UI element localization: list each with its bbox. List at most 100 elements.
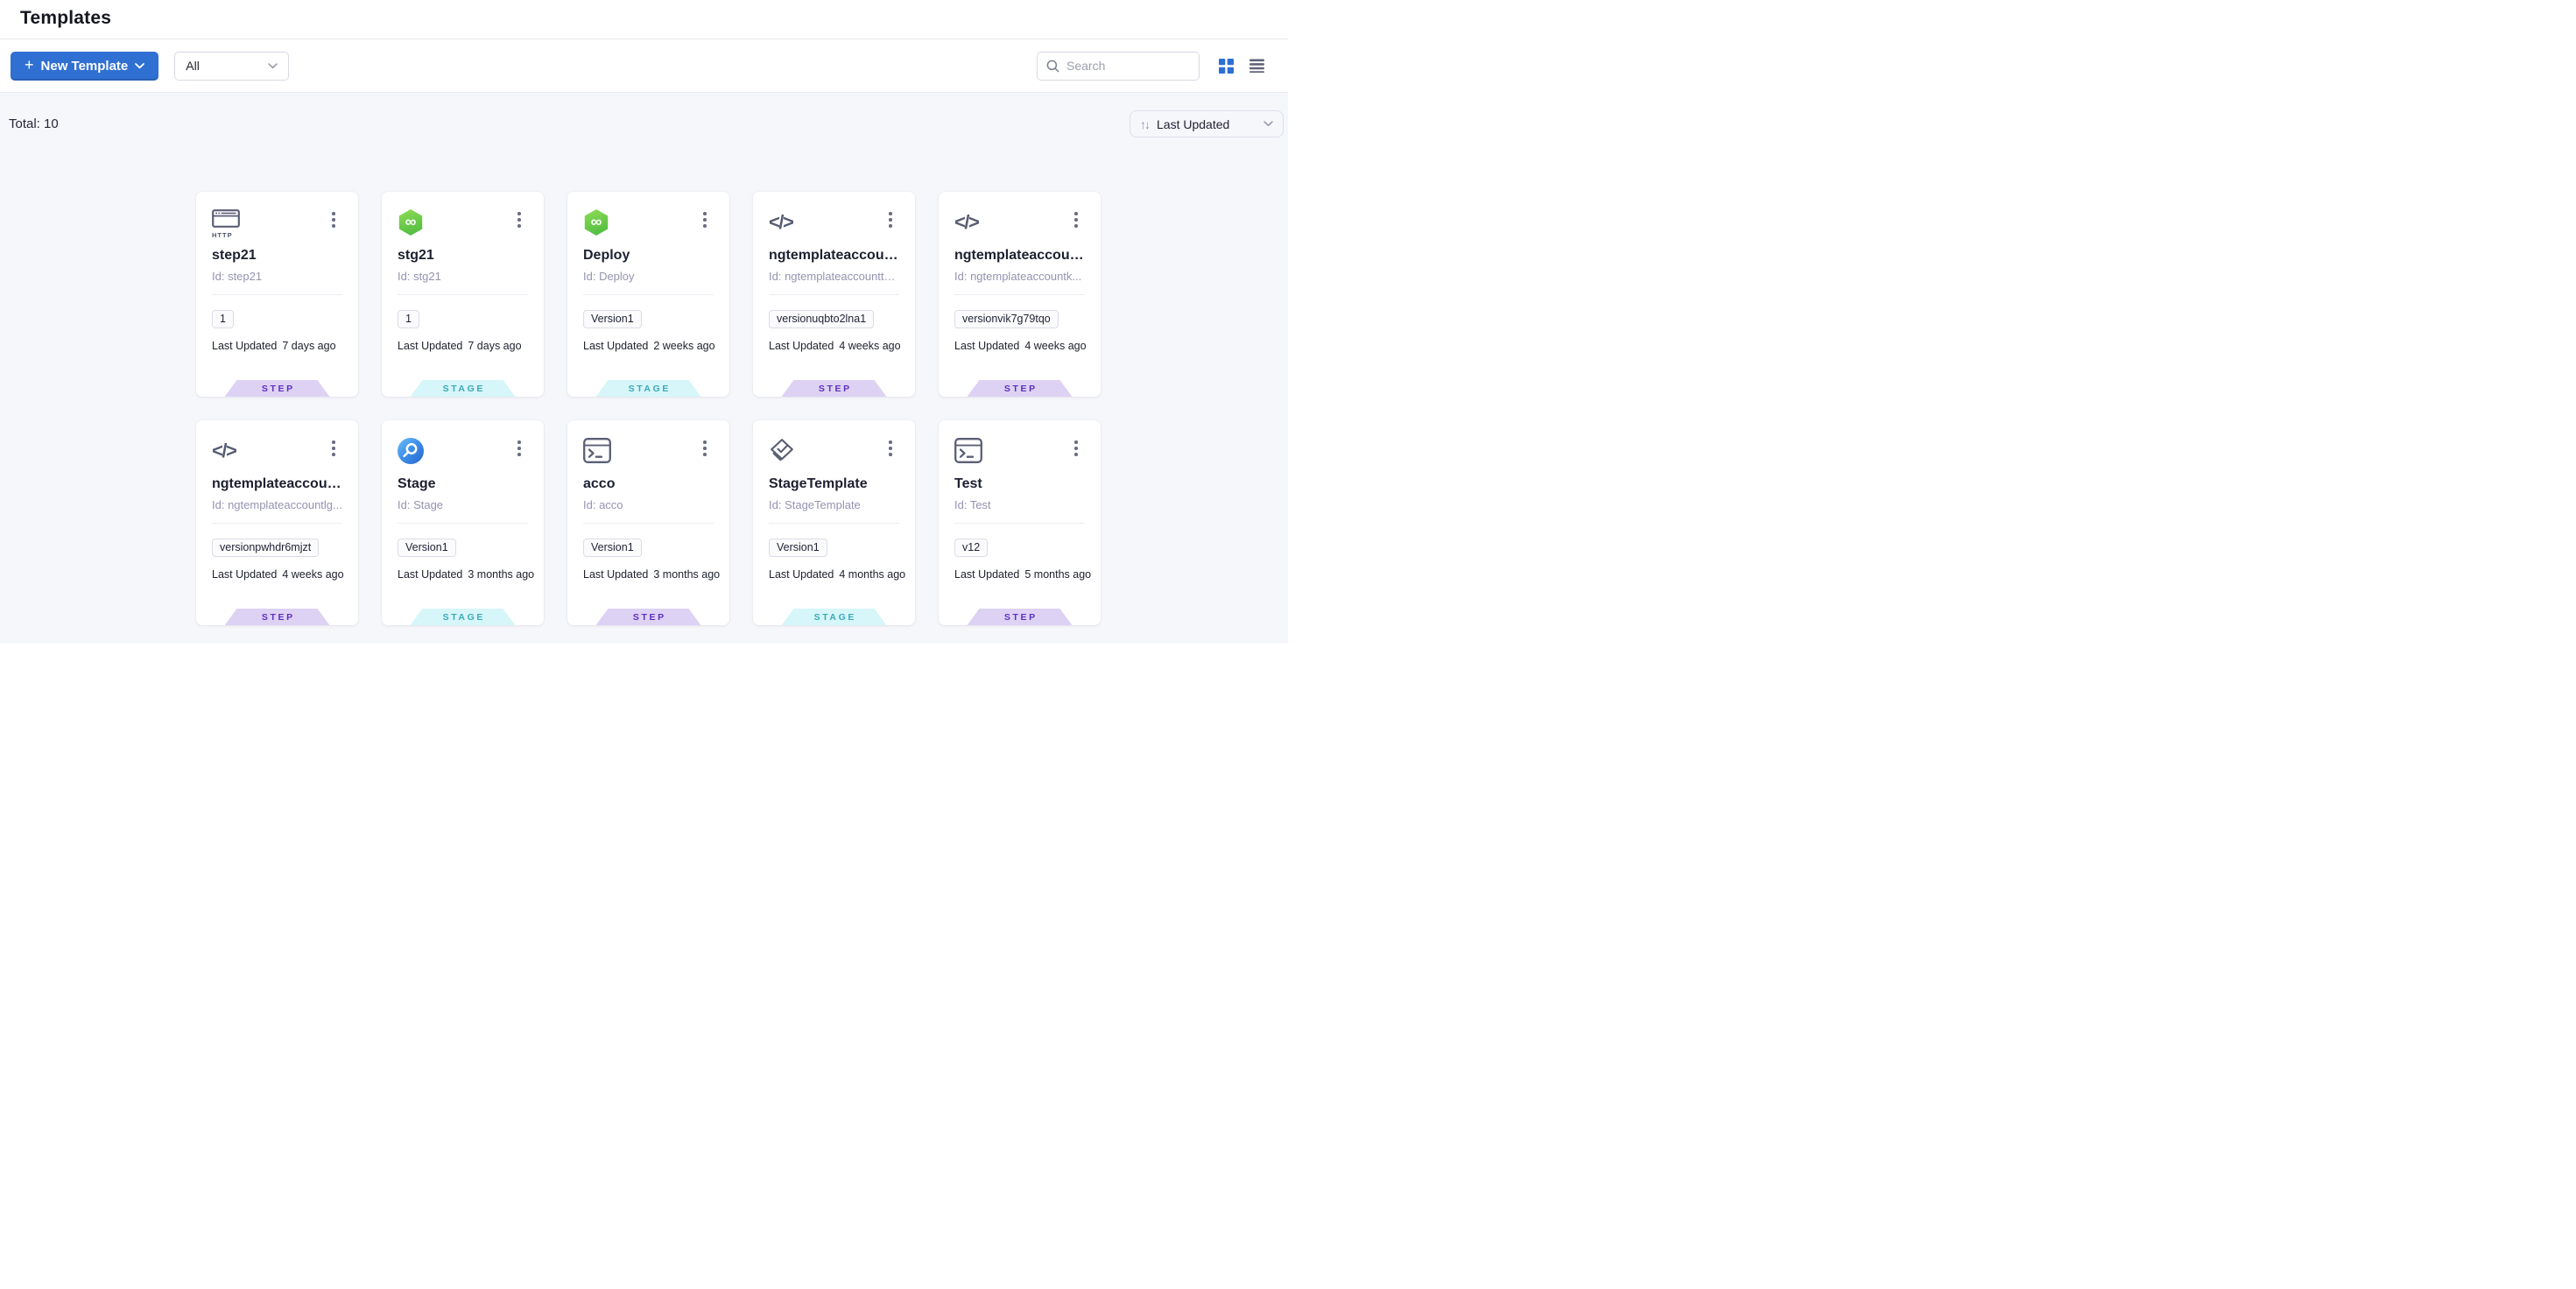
last-updated-row: Last Updated 3 months ago xyxy=(398,568,528,581)
card-title: Stage xyxy=(398,476,528,492)
card-icon-slot: HTTP ∞ </> xyxy=(769,438,795,466)
grid-view-button[interactable] xyxy=(1217,57,1235,75)
version-badge[interactable]: 1 xyxy=(398,310,419,328)
card-id: Id: ngtemplateaccountk... xyxy=(954,270,1085,283)
card-divider xyxy=(212,523,342,524)
template-card[interactable]: HTTP ∞ </> xyxy=(939,192,1101,397)
type-tab: STEP xyxy=(225,609,330,625)
template-card[interactable]: HTTP ∞ </> xyxy=(382,192,544,397)
card-icon-slot: HTTP ∞ </> xyxy=(769,209,792,237)
version-badge[interactable]: Version1 xyxy=(583,539,642,557)
card-divider xyxy=(398,294,528,295)
card-divider xyxy=(583,294,714,295)
card-id: Id: step21 xyxy=(212,270,342,283)
card-id: Id: stg21 xyxy=(398,270,528,283)
card-icon-slot: HTTP ∞ </> xyxy=(212,209,240,237)
search-input[interactable] xyxy=(1066,59,1190,73)
card-title: ngtemplateaccountl... xyxy=(212,476,342,492)
card-title: Deploy xyxy=(583,248,714,264)
template-card[interactable]: HTTP ∞ </> xyxy=(196,192,358,397)
version-badge[interactable]: v12 xyxy=(954,539,988,557)
card-title: acco xyxy=(583,476,714,492)
template-card[interactable]: HTTP ∞ </> xyxy=(753,420,915,625)
card-header: HTTP ∞ </> xyxy=(769,438,899,466)
last-updated-value: 7 days ago xyxy=(468,340,521,352)
card-divider xyxy=(398,523,528,524)
card-header: HTTP ∞ </> xyxy=(954,209,1085,237)
version-badge[interactable]: versionuqbto2lna1 xyxy=(769,310,874,328)
kebab-menu-icon[interactable] xyxy=(1069,209,1083,230)
list-view-button[interactable] xyxy=(1248,57,1266,74)
template-card[interactable]: HTTP ∞ </> xyxy=(196,420,358,625)
version-badge[interactable]: Version1 xyxy=(398,539,456,557)
grid-view-icon xyxy=(1219,59,1234,74)
sort-arrows-icon: ↑↓ xyxy=(1140,117,1149,131)
kebab-menu-icon[interactable] xyxy=(327,209,341,230)
template-card[interactable]: HTTP ∞ </> xyxy=(939,420,1101,625)
type-tab: STEP xyxy=(782,380,887,397)
version-badge[interactable]: Version1 xyxy=(769,539,827,557)
card-title: ngtemplateaccountt... xyxy=(769,248,899,264)
card-title: Test xyxy=(954,476,1085,492)
last-updated-value: 4 weeks ago xyxy=(839,340,900,352)
card-divider xyxy=(212,294,342,295)
type-tab: STAGE xyxy=(411,609,516,625)
card-title: ngtemplateaccountk... xyxy=(954,248,1085,264)
kebab-menu-icon[interactable] xyxy=(883,438,897,459)
content-area: Total: 10 ↑↓ Last Updated xyxy=(0,92,1288,644)
chevron-down-icon xyxy=(268,63,278,69)
template-grid: HTTP ∞ </> xyxy=(196,192,1288,625)
last-updated-label: Last Updated xyxy=(954,568,1019,581)
template-card[interactable]: HTTP ∞ </> xyxy=(382,420,544,625)
card-divider xyxy=(769,294,899,295)
terminal-step-icon xyxy=(583,438,611,468)
view-toggles xyxy=(1217,57,1266,75)
last-updated-row: Last Updated 5 months ago xyxy=(954,568,1085,581)
version-badge[interactable]: Version1 xyxy=(583,310,642,328)
chevron-down-icon xyxy=(135,63,144,69)
new-template-button[interactable]: + New Template xyxy=(11,52,158,81)
custom-stage-icon xyxy=(398,438,424,464)
type-tab: STEP xyxy=(596,609,701,625)
kebab-menu-icon[interactable] xyxy=(698,209,712,230)
card-divider xyxy=(583,523,714,524)
card-icon-slot: HTTP ∞ </> xyxy=(212,438,236,466)
card-divider xyxy=(769,523,899,524)
version-badge[interactable]: versionpwhdr6mjzt xyxy=(212,539,319,557)
card-icon-slot: HTTP ∞ </> xyxy=(398,209,424,237)
type-tab: STEP xyxy=(968,380,1073,397)
card-id: Id: ngtemplateaccountt9... xyxy=(769,270,899,283)
code-template-icon: </> xyxy=(769,209,792,236)
card-title: StageTemplate xyxy=(769,476,899,492)
type-tab: STAGE xyxy=(411,380,516,397)
template-card[interactable]: HTTP ∞ </> xyxy=(567,420,729,625)
kebab-menu-icon[interactable] xyxy=(883,209,897,230)
card-header: HTTP ∞ </> xyxy=(583,438,714,466)
search-box[interactable] xyxy=(1037,52,1200,81)
kebab-menu-icon[interactable] xyxy=(1069,438,1083,459)
deployment-stage-icon: ∞ xyxy=(398,209,424,236)
new-template-label: New Template xyxy=(41,59,129,74)
card-id: Id: acco xyxy=(583,498,714,511)
code-template-icon: </> xyxy=(212,438,236,464)
type-tab: STEP xyxy=(225,380,330,397)
card-id: Id: Test xyxy=(954,498,1085,511)
card-id: Id: Deploy xyxy=(583,270,714,283)
card-id: Id: Stage xyxy=(398,498,528,511)
version-badge[interactable]: versionvik7g79tqo xyxy=(954,310,1059,328)
terminal-step-icon xyxy=(954,438,982,468)
template-type-filter[interactable]: All xyxy=(174,52,289,81)
kebab-menu-icon[interactable] xyxy=(698,438,712,459)
template-card[interactable]: HTTP ∞ </> xyxy=(567,192,729,397)
kebab-menu-icon[interactable] xyxy=(512,209,526,230)
last-updated-label: Last Updated xyxy=(583,340,648,352)
kebab-menu-icon[interactable] xyxy=(512,438,526,459)
card-id: Id: ngtemplateaccountlg... xyxy=(212,498,342,511)
kebab-menu-icon[interactable] xyxy=(327,438,341,459)
code-template-icon: </> xyxy=(954,209,978,236)
sort-dropdown[interactable]: ↑↓ Last Updated xyxy=(1130,110,1284,137)
version-badge[interactable]: 1 xyxy=(212,310,234,328)
chevron-down-icon xyxy=(1263,121,1273,127)
search-icon xyxy=(1046,60,1059,73)
template-card[interactable]: HTTP ∞ </> xyxy=(753,192,915,397)
